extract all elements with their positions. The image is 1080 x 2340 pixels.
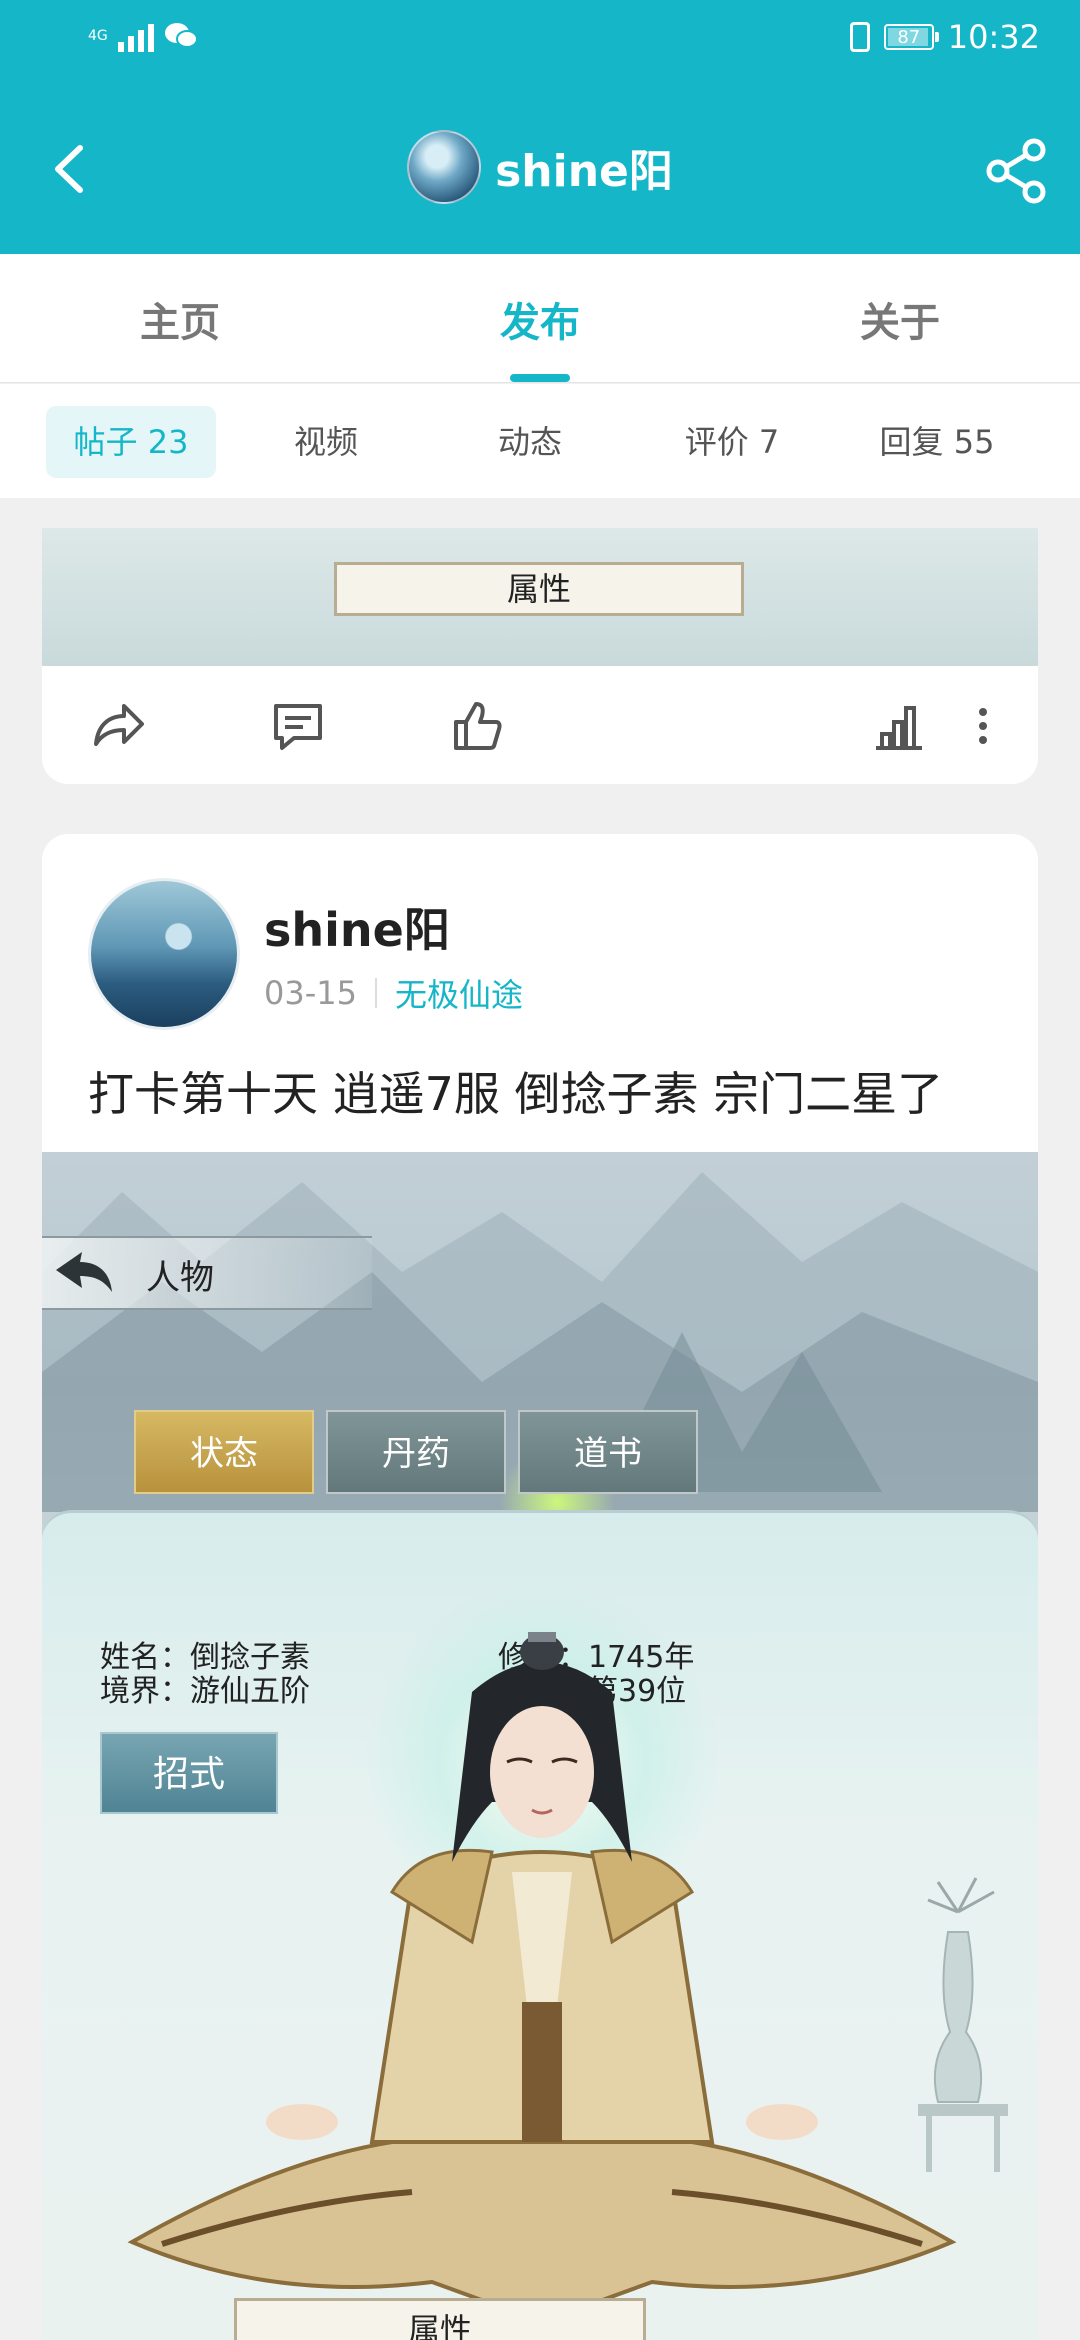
meta-divider [374,978,377,1008]
feed-card[interactable]: shine阳 03-15 无极仙途 打卡第十天 逍遥7服 倒捻子素 宗门二星了 … [42,834,1038,2340]
game-link[interactable]: 无极仙途 [395,970,523,1016]
game-tab-books: 道书 [518,1410,698,1494]
arrow-left-icon [56,1252,112,1292]
vibrate-icon [849,22,870,52]
sub-tabs: 帖子 23 视频 动态 评价 7 回复 55 [0,384,1080,498]
post-image[interactable]: 属性 [42,528,1038,666]
subtab-threads[interactable]: 帖子 23 [46,406,216,478]
share-icon[interactable] [982,136,1052,206]
title-avatar [407,130,482,204]
game-header: 人物 [42,1236,372,1310]
tab-about[interactable]: 关于 [800,290,1000,348]
post-meta: 03-15 无极仙途 [264,970,523,1016]
clock: 10:32 [947,18,1040,56]
game-tab-status: 状态 [134,1410,314,1494]
status-right: 87 10:32 [849,18,1040,56]
game-tab-pills: 丹药 [326,1410,506,1494]
post-image[interactable]: 人物 状态 丹药 道书 姓名：倒捻子素 境界：游仙五阶 修炼：1745年 飞升：… [42,1152,1038,2340]
page-title: shine阳 [495,146,673,197]
forward-icon[interactable] [88,696,148,756]
subtab-activity[interactable]: 动态 [460,406,600,478]
tab-posts[interactable]: 发布 [440,290,640,348]
post-author[interactable]: shine阳 [264,894,450,960]
subtab-reviews[interactable]: 评价 7 [662,406,802,478]
game-plate-bottom: 属性 [234,2298,646,2340]
avatar[interactable] [88,878,240,1030]
feed-card[interactable]: 属性 [42,528,1038,784]
post-date: 03-15 [264,974,357,1012]
bar-chart-icon[interactable] [868,696,928,756]
more-vertical-icon[interactable] [968,696,998,756]
tab-home[interactable]: 主页 [80,290,280,348]
main-tabs: 主页 发布 关于 [0,254,1080,383]
app-bar: shine阳 [0,84,1080,254]
battery-icon: 87 [883,24,939,50]
wechat-icon [164,23,198,48]
comment-icon[interactable] [268,696,328,756]
thumbs-up-icon[interactable] [446,696,506,756]
network-type: 4G [88,28,108,44]
character-illustration [127,1632,957,2325]
battery-level: 87 [897,26,921,48]
tab-indicator [510,374,570,382]
profile-title[interactable]: shine阳 [0,130,1080,204]
status-left: 4G [88,20,198,52]
status-bar: 4G 87 10:32 [0,0,1080,84]
image-plate: 属性 [334,562,744,616]
subtab-replies[interactable]: 回复 55 [862,406,1012,478]
card-actions [42,666,1038,784]
subtab-videos[interactable]: 视频 [256,406,396,478]
game-header-title: 人物 [146,1258,214,1298]
post-content[interactable]: 打卡第十天 逍遥7服 倒捻子素 宗门二星了 [88,1058,943,1124]
signal-icon [117,20,154,52]
